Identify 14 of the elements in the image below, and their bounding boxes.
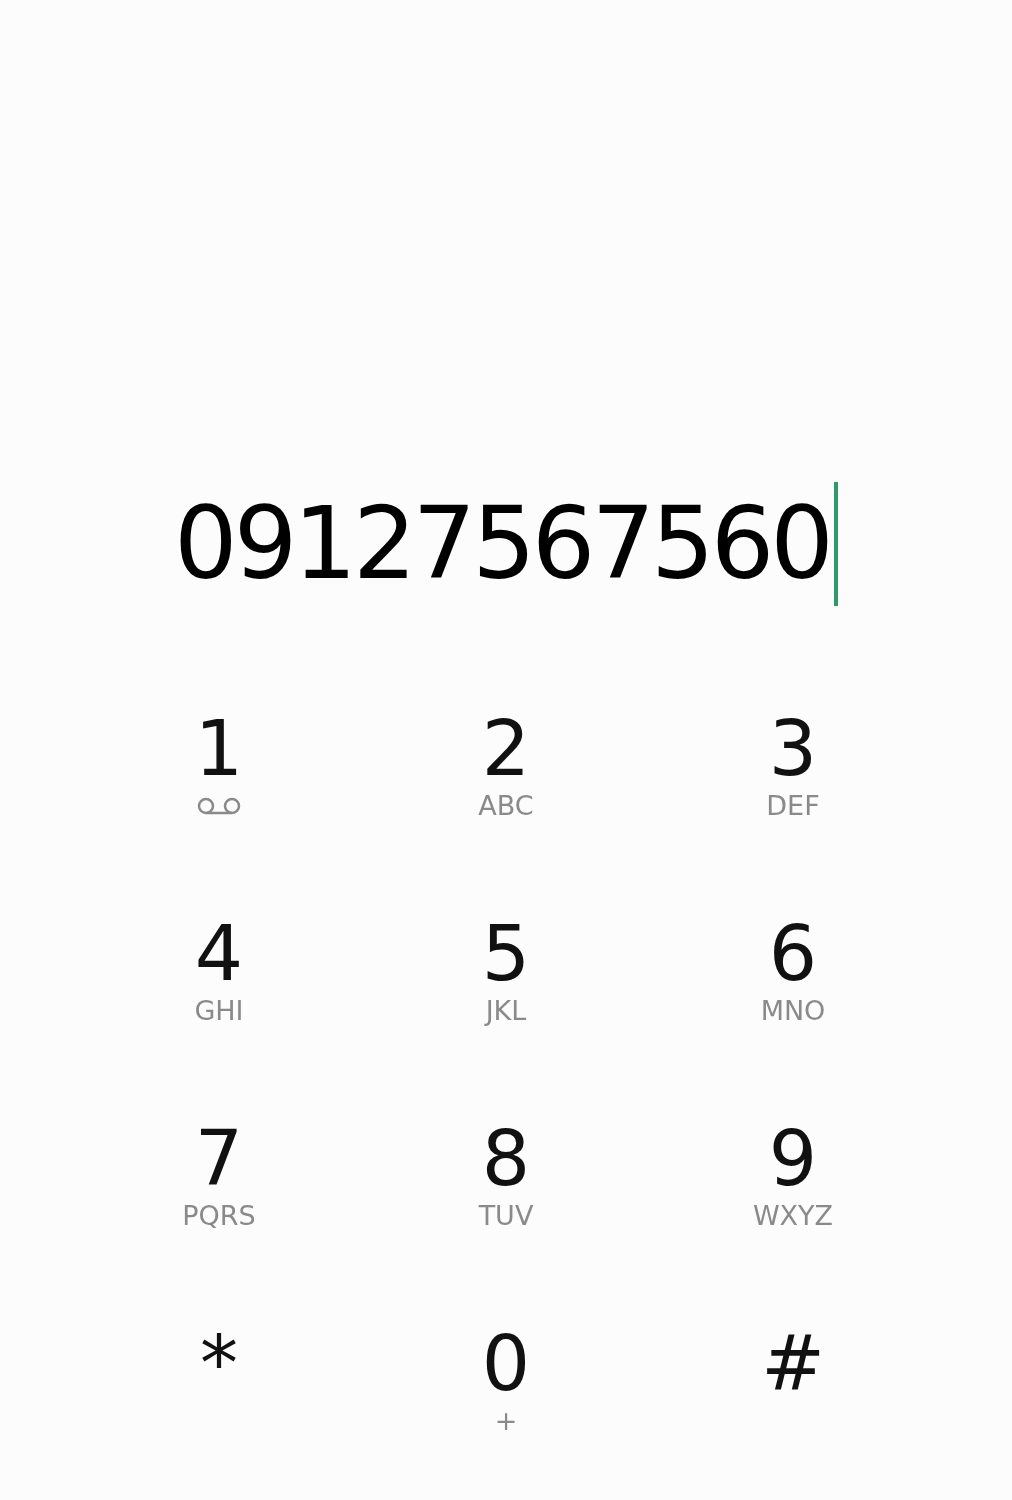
dial-key[interactable]: 1 — [75, 708, 363, 913]
dial-key[interactable]: 2 ABC — [362, 708, 650, 913]
dial-key[interactable]: # — [649, 1323, 937, 1500]
dial-key[interactable]: 7 PQRS — [75, 1118, 363, 1323]
dial-key[interactable]: 5 JKL — [362, 913, 650, 1118]
dial-key[interactable]: 6 MNO — [649, 913, 937, 1118]
dial-key[interactable]: * — [75, 1323, 363, 1500]
dial-key[interactable]: 4 GHI — [75, 913, 363, 1118]
phone-number: 09127567560 — [174, 494, 830, 594]
dial-key[interactable]: 3 DEF — [649, 708, 937, 913]
dial-key[interactable]: 9 WXYZ — [649, 1118, 937, 1323]
dial-key[interactable]: 8 TUV — [362, 1118, 650, 1323]
voicemail-icon — [196, 796, 242, 816]
dial-key[interactable]: 0 + — [362, 1323, 650, 1500]
